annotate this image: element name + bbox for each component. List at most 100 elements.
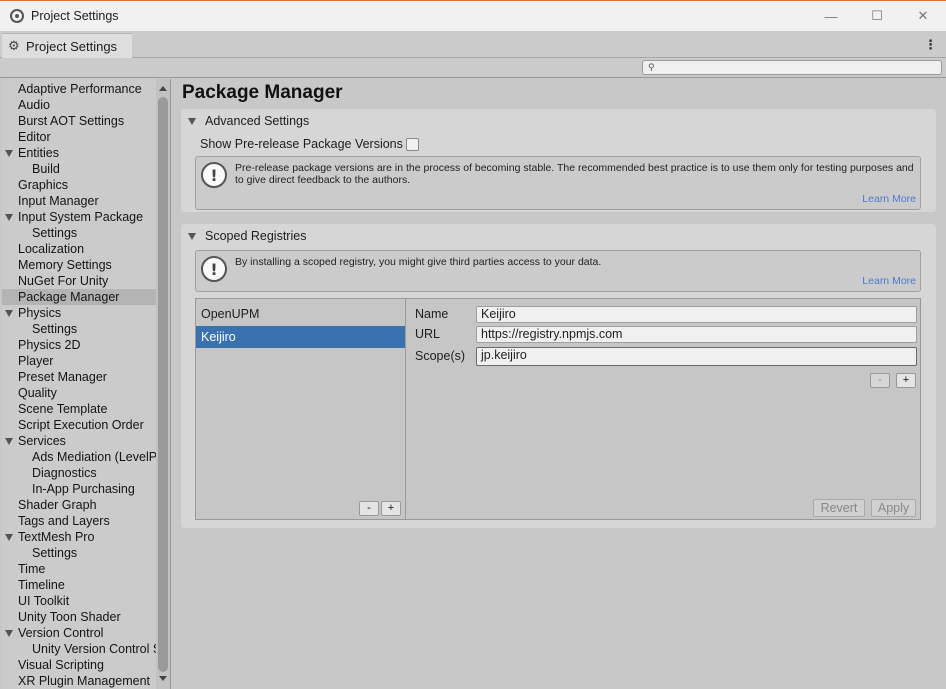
prerelease-help-box: ! Pre-release package versions are in th… <box>195 156 921 210</box>
sidebar-item[interactable]: Unity Version Control S <box>2 641 156 657</box>
advanced-settings-header[interactable]: Advanced Settings <box>181 109 936 133</box>
url-field[interactable]: https://registry.npmjs.com <box>476 326 917 343</box>
add-registry-button[interactable]: + <box>381 501 401 516</box>
remove-registry-button[interactable]: - <box>359 501 379 516</box>
sidebar-item[interactable]: Input System Package <box>2 209 156 225</box>
scope-field[interactable]: jp.keijiro <box>476 347 917 366</box>
sidebar-item-label: XR Plugin Management <box>18 674 151 688</box>
sidebar-scrollbar[interactable] <box>156 79 170 689</box>
warning-icon: ! <box>201 162 227 188</box>
sidebar-item[interactable]: Package Manager <box>2 289 156 305</box>
foldout-triangle-icon <box>188 232 196 240</box>
sidebar-item-label: UI Toolkit <box>18 594 70 608</box>
sidebar-item-label: Package Manager <box>18 290 120 304</box>
sidebar-item-label: Physics 2D <box>18 338 81 352</box>
sidebar-item[interactable]: Localization <box>2 241 156 257</box>
sidebar-item[interactable]: NuGet For Unity <box>2 273 156 289</box>
tab-project-settings[interactable]: ⚙ Project Settings <box>2 33 132 58</box>
window-controls: — ☐ ✕ <box>808 1 946 31</box>
sidebar-item-label: Visual Scripting <box>18 658 104 672</box>
close-button[interactable]: ✕ <box>900 1 946 31</box>
sidebar-item[interactable]: Visual Scripting <box>2 657 156 673</box>
sidebar-item-label: Audio <box>18 98 50 112</box>
close-icon: ✕ <box>917 8 929 23</box>
scroll-down-icon[interactable] <box>159 676 167 681</box>
sidebar-item[interactable]: Player <box>2 353 156 369</box>
sidebar-item-label: TextMesh Pro <box>18 530 95 544</box>
expand-triangle-icon[interactable] <box>5 214 13 221</box>
sidebar-item[interactable]: Settings <box>2 225 156 241</box>
sidebar-item[interactable]: Settings <box>2 321 156 337</box>
sidebar-item[interactable]: TextMesh Pro <box>2 529 156 545</box>
registry-item[interactable]: Keijiro <box>196 326 405 348</box>
revert-button[interactable]: Revert <box>813 499 865 517</box>
window-title: Project Settings <box>31 9 119 23</box>
sidebar-item[interactable]: Services <box>2 433 156 449</box>
registry-item[interactable]: OpenUPM <box>196 303 405 325</box>
sidebar-item[interactable]: Tags and Layers <box>2 513 156 529</box>
sidebar-item-label: Shader Graph <box>18 498 97 512</box>
scoped-registries-header[interactable]: Scoped Registries <box>181 224 936 248</box>
name-label: Name <box>415 307 449 321</box>
sidebar-item[interactable]: Scene Template <box>2 401 156 417</box>
page-title: Package Manager <box>182 82 343 103</box>
sidebar-item[interactable]: Audio <box>2 97 156 113</box>
sidebar-item-label: Unity Toon Shader <box>18 610 121 624</box>
sidebar-item[interactable]: Time <box>2 561 156 577</box>
sidebar-item-label: In-App Purchasing <box>32 482 135 496</box>
prerelease-checkbox[interactable] <box>405 137 419 151</box>
foldout-triangle-icon <box>188 117 196 125</box>
sidebar-item[interactable]: Physics 2D <box>2 337 156 353</box>
learn-more-link[interactable]: Learn More <box>862 275 916 287</box>
add-scope-button[interactable]: + <box>896 373 916 388</box>
expand-triangle-icon[interactable] <box>5 630 13 637</box>
sidebar-item[interactable]: XR Plugin Management <box>2 673 156 689</box>
sidebar-item[interactable]: Quality <box>2 385 156 401</box>
sidebar-item[interactable]: Burst AOT Settings <box>2 113 156 129</box>
sidebar-item[interactable]: Shader Graph <box>2 497 156 513</box>
sidebar-item[interactable]: Ads Mediation (LevelP <box>2 449 156 465</box>
more-options-icon[interactable]: ⋮ <box>924 37 937 53</box>
sidebar-item[interactable]: Settings <box>2 545 156 561</box>
sidebar-item[interactable]: Adaptive Performance <box>2 81 156 97</box>
sidebar-item[interactable]: Script Execution Order <box>2 417 156 433</box>
sidebar-item[interactable]: Unity Toon Shader <box>2 609 156 625</box>
sidebar-item[interactable]: Diagnostics <box>2 465 156 481</box>
sidebar-item-label: Time <box>18 562 46 576</box>
sidebar-item[interactable]: In-App Purchasing <box>2 481 156 497</box>
apply-button[interactable]: Apply <box>871 499 916 517</box>
name-field[interactable]: Keijiro <box>476 306 917 323</box>
sidebar-item[interactable]: Editor <box>2 129 156 145</box>
sidebar-item[interactable]: Version Control <box>2 625 156 641</box>
sidebar-item-label: Tags and Layers <box>18 514 110 528</box>
toolbar: ⚲ <box>0 58 946 78</box>
sidebar-item[interactable]: UI Toolkit <box>2 593 156 609</box>
minimize-button[interactable]: — <box>808 1 854 31</box>
sidebar-item[interactable]: Input Manager <box>2 193 156 209</box>
learn-more-link[interactable]: Learn More <box>862 193 916 205</box>
sidebar-item[interactable]: Preset Manager <box>2 369 156 385</box>
search-input[interactable]: ⚲ <box>642 60 942 75</box>
expand-triangle-icon[interactable] <box>5 150 13 157</box>
warning-icon: ! <box>201 256 227 282</box>
sidebar-item[interactable]: Entities <box>2 145 156 161</box>
sidebar-item[interactable]: Build <box>2 161 156 177</box>
scroll-thumb[interactable] <box>158 97 168 672</box>
expand-triangle-icon[interactable] <box>5 534 13 541</box>
sidebar-item[interactable]: Physics <box>2 305 156 321</box>
expand-triangle-icon[interactable] <box>5 438 13 445</box>
sidebar-item[interactable]: Timeline <box>2 577 156 593</box>
remove-scope-button[interactable]: - <box>870 373 890 388</box>
scoped-registries-section: Scoped Registries ! By installing a scop… <box>181 224 936 528</box>
advanced-settings-section: Advanced Settings Show Pre-release Packa… <box>181 109 936 212</box>
scroll-up-icon[interactable] <box>159 86 167 91</box>
sidebar-item-label: Memory Settings <box>18 258 112 272</box>
help-text: By installing a scoped registry, you mig… <box>235 256 602 268</box>
maximize-button[interactable]: ☐ <box>854 1 900 31</box>
sidebar-item[interactable]: Graphics <box>2 177 156 193</box>
registry-editor: OpenUPM Keijiro - + Name Keijiro URL htt… <box>195 298 921 520</box>
scoped-help-box: ! By installing a scoped registry, you m… <box>195 250 921 292</box>
sidebar-item[interactable]: Memory Settings <box>2 257 156 273</box>
sidebar-item-label: Timeline <box>18 578 65 592</box>
expand-triangle-icon[interactable] <box>5 310 13 317</box>
